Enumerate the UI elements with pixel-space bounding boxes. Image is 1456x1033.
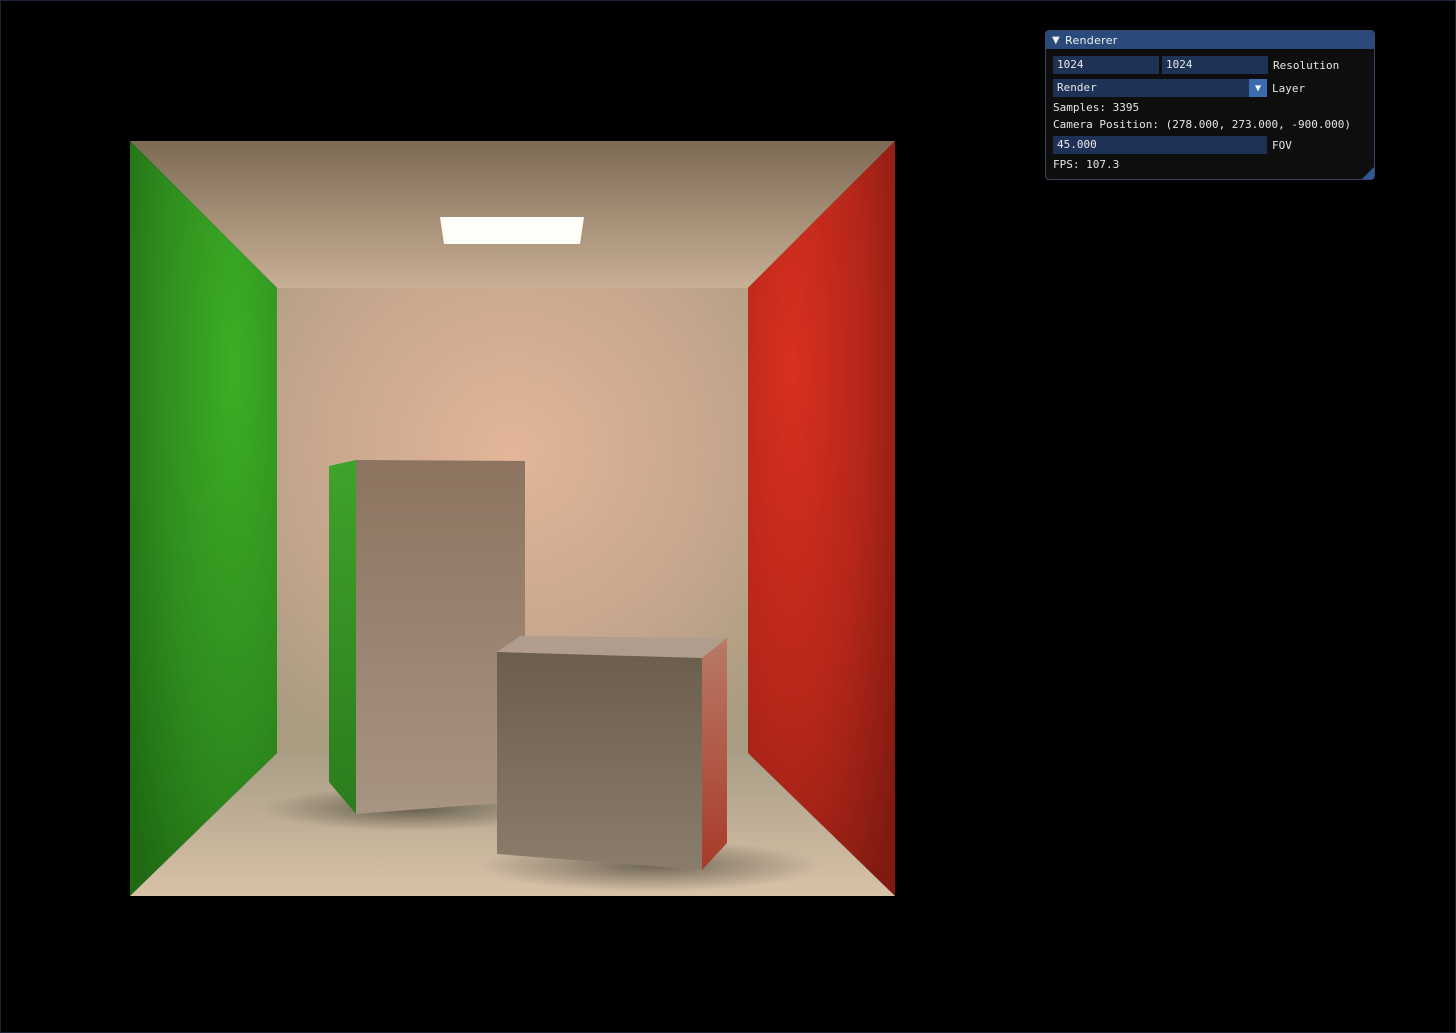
fov-label: FOV xyxy=(1272,138,1292,152)
render-viewport[interactable] xyxy=(130,141,895,896)
renderer-window-title-bar[interactable]: ▼ Renderer xyxy=(1046,31,1374,49)
resolution-height-input[interactable]: 1024 xyxy=(1162,56,1268,74)
layer-row: Render ▼ Layer xyxy=(1053,78,1367,98)
layer-combo-value: Render xyxy=(1057,81,1097,94)
samples-text: Samples: 3395 xyxy=(1053,101,1140,114)
renderer-window-title: Renderer xyxy=(1065,33,1118,47)
layer-combo[interactable]: Render ▼ xyxy=(1053,79,1267,97)
fov-input[interactable]: 45.000 xyxy=(1053,136,1267,154)
ceiling-light xyxy=(440,217,584,244)
short-box-front xyxy=(497,652,702,870)
resolution-label: Resolution xyxy=(1273,58,1340,72)
chevron-down-icon[interactable]: ▼ xyxy=(1249,79,1267,97)
resolution-row: 1024 1024 Resolution xyxy=(1053,55,1367,75)
tall-box-side xyxy=(329,460,356,814)
renderer-window-body: 1024 1024 Resolution Render ▼ Layer Samp… xyxy=(1046,49,1374,172)
fov-row: 45.000 FOV xyxy=(1053,135,1367,155)
cornell-box-render xyxy=(130,141,895,896)
short-box-side xyxy=(702,638,727,870)
fps-text: FPS: 107.3 xyxy=(1053,158,1120,171)
camera-position-text: Camera Position: (278.000, 273.000, -900… xyxy=(1053,118,1352,131)
resize-grip-icon[interactable] xyxy=(1362,167,1374,179)
renderer-window[interactable]: ▼ Renderer 1024 1024 Resolution Render ▼… xyxy=(1045,30,1375,180)
resolution-width-input[interactable]: 1024 xyxy=(1053,56,1159,74)
layer-label: Layer xyxy=(1272,81,1306,95)
collapse-triangle-icon[interactable]: ▼ xyxy=(1052,35,1060,46)
